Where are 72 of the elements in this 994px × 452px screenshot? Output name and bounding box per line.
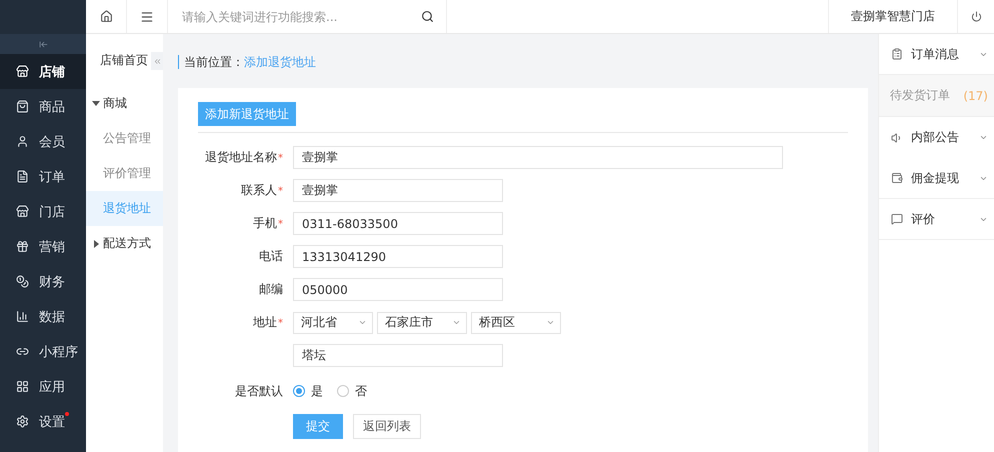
input-field[interactable]: 壹捌掌 xyxy=(293,179,503,202)
clipboard-icon xyxy=(891,48,903,60)
caret-icon xyxy=(979,133,988,142)
radio-option[interactable]: 否 xyxy=(337,382,367,400)
input-field[interactable]: 13313041290 xyxy=(293,245,503,268)
select-field[interactable]: 桥西区 xyxy=(471,312,561,334)
menu-icon xyxy=(140,10,154,24)
field-label: 是否默认 xyxy=(234,382,284,400)
sidebar-item[interactable]: 财务 xyxy=(0,264,86,299)
sidebar-item[interactable]: 小程序 xyxy=(0,334,86,369)
bag-icon xyxy=(16,100,29,113)
chevrons-left-icon xyxy=(152,56,162,66)
grid-icon xyxy=(16,380,29,393)
select-field[interactable]: 河北省 xyxy=(293,312,373,334)
input-field[interactable]: 050000 xyxy=(293,278,503,301)
store-icon xyxy=(16,65,29,78)
field-label: 邮编 xyxy=(258,281,284,298)
subnav-group[interactable]: 商城 xyxy=(86,86,163,121)
subnav-item[interactable]: 公告管理 xyxy=(86,121,163,156)
sidebar-item[interactable]: 店铺 xyxy=(0,54,86,89)
comment-icon xyxy=(891,213,903,225)
input-field[interactable]: 塔坛 xyxy=(293,344,503,367)
input-field[interactable]: 壹捌掌 xyxy=(293,146,783,169)
input-field[interactable]: 0311-68033500 xyxy=(293,212,503,235)
radio-option[interactable]: 是 xyxy=(293,382,323,400)
field-label: 手机* xyxy=(252,215,284,232)
bar-chart-icon xyxy=(16,310,29,323)
sidebar-item[interactable]: 应用 xyxy=(0,369,86,404)
wallet-icon xyxy=(891,172,903,184)
user-icon xyxy=(16,135,29,148)
document-icon xyxy=(16,170,29,183)
required-mark: * xyxy=(278,318,283,329)
settings-icon xyxy=(16,415,29,428)
panel-item-label: 待发货订单 xyxy=(890,87,950,104)
sidebar-item[interactable]: 数据 xyxy=(0,299,86,334)
count-label: (17) xyxy=(963,88,988,102)
sidebar-item[interactable]: 商品 xyxy=(0,89,86,124)
panel-section[interactable]: 评价 xyxy=(879,199,994,240)
required-mark: * xyxy=(278,186,283,197)
panel-section[interactable]: 佣金提现 xyxy=(879,158,994,199)
field-label: 退货地址名称* xyxy=(204,149,284,166)
required-mark: * xyxy=(278,219,283,230)
gift-icon xyxy=(16,240,29,253)
select-field[interactable]: 石家庄市 xyxy=(377,312,467,334)
shop-icon xyxy=(16,205,29,218)
sidebar-item[interactable]: 会员 xyxy=(0,124,86,159)
sidebar-toggle[interactable] xyxy=(0,34,86,54)
required-mark: * xyxy=(278,153,283,164)
subnav-title: 店铺首页 xyxy=(99,52,149,68)
caret-icon xyxy=(546,318,555,327)
caret-icon xyxy=(358,318,367,327)
home-icon xyxy=(100,10,112,23)
speaker-icon xyxy=(891,132,903,144)
power-icon xyxy=(970,11,982,22)
field-label: 联系人* xyxy=(240,182,284,199)
back-button[interactable]: 返回列表 xyxy=(353,414,421,439)
breadcrumb-label: 当前位置： xyxy=(184,54,244,70)
collapse-icon xyxy=(38,40,48,48)
field-label: 电话 xyxy=(258,248,284,265)
search-icon xyxy=(421,10,434,23)
field-label: 地址* xyxy=(252,314,284,331)
caret-icon xyxy=(452,318,461,327)
sidebar-item[interactable]: 订单 xyxy=(0,159,86,194)
sidebar-item[interactable]: 营销 xyxy=(0,229,86,264)
store-name: 壹捌掌智慧门店 xyxy=(828,0,958,33)
subnav-item[interactable]: 评价管理 xyxy=(86,156,163,191)
search-field[interactable]: 请输入关键词进行功能搜索... xyxy=(180,8,421,24)
collapse-button[interactable] xyxy=(151,52,163,70)
subnav-group[interactable]: 配送方式 xyxy=(86,226,163,261)
panel-section[interactable]: 内部公告 xyxy=(879,117,994,158)
sidebar-item[interactable]: 门店 xyxy=(0,194,86,229)
sidebar-item[interactable]: 设置 xyxy=(0,404,86,439)
